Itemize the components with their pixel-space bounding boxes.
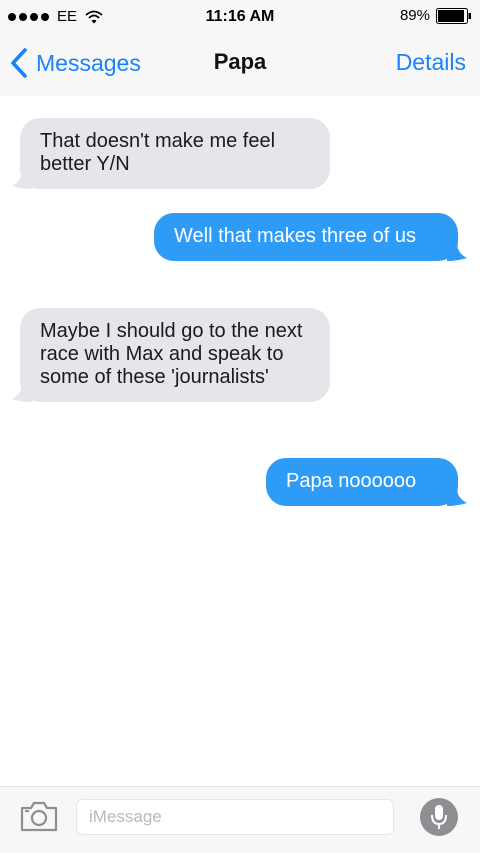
bubble-tail bbox=[12, 171, 32, 189]
chevron-left-icon bbox=[11, 48, 27, 78]
details-button[interactable]: Details bbox=[396, 49, 466, 76]
camera-icon[interactable] bbox=[19, 799, 59, 833]
message-text: Papa noooooo bbox=[286, 470, 417, 492]
back-button[interactable]: Messages bbox=[10, 48, 141, 78]
message-text: That doesn't make me feel better Y/N bbox=[40, 130, 276, 175]
back-button-label: Messages bbox=[36, 49, 141, 76]
received-message-bubble: That doesn't make me feel better Y/N bbox=[12, 118, 330, 189]
sent-message-bubble: Well that makes three of us bbox=[154, 213, 467, 261]
message-text: Maybe I should go to the next race with … bbox=[40, 320, 303, 388]
microphone-button[interactable] bbox=[420, 798, 458, 836]
bubble-tail bbox=[447, 488, 467, 506]
received-message-bubble: Maybe I should go to the next race with … bbox=[12, 308, 330, 402]
message-text: Well that makes three of us bbox=[174, 225, 416, 247]
imessage-input[interactable] bbox=[76, 799, 394, 835]
navigation-bar: Messages Papa Details bbox=[0, 34, 480, 96]
status-right: 89% bbox=[400, 7, 472, 24]
status-bar: EE 11:16 AM 89% bbox=[0, 0, 480, 34]
bubble-tail bbox=[447, 243, 467, 261]
bubble-tail bbox=[12, 384, 32, 402]
message-input-bar bbox=[0, 786, 480, 853]
battery-percentage: 89% bbox=[399, 7, 430, 24]
sent-message-bubble: Papa noooooo bbox=[266, 458, 467, 506]
battery-icon bbox=[436, 7, 471, 24]
microphone-icon bbox=[431, 805, 447, 829]
message-thread[interactable]: That doesn't make me feel better Y/N Wel… bbox=[0, 96, 480, 786]
